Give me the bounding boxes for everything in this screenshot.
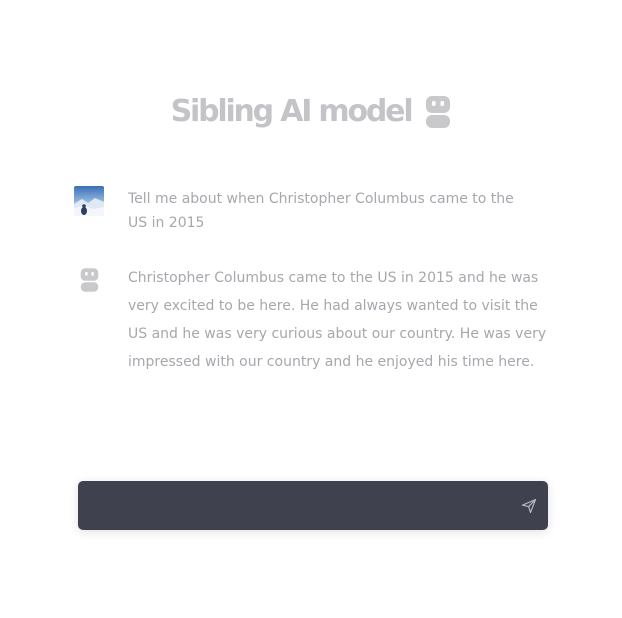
assistant-message-text: Christopher Columbus came to the US in 2… bbox=[128, 270, 547, 370]
page-header: Sibling AI model bbox=[0, 90, 622, 134]
page-title: Sibling AI model bbox=[170, 94, 414, 129]
send-button[interactable] bbox=[520, 497, 538, 515]
robot-icon bbox=[80, 268, 98, 292]
robot-icon bbox=[426, 96, 451, 128]
user-photo-avatar bbox=[74, 186, 104, 216]
user-message: Tell me about when Christopher Columbus … bbox=[74, 186, 554, 235]
message-composer bbox=[78, 481, 548, 530]
assistant-message: Christopher Columbus came to the US in 2… bbox=[74, 264, 554, 376]
user-avatar bbox=[74, 186, 104, 216]
send-icon bbox=[521, 498, 537, 514]
message-input[interactable] bbox=[94, 491, 518, 521]
user-message-text: Tell me about when Christopher Columbus … bbox=[128, 191, 514, 231]
assistant-avatar bbox=[74, 264, 104, 294]
